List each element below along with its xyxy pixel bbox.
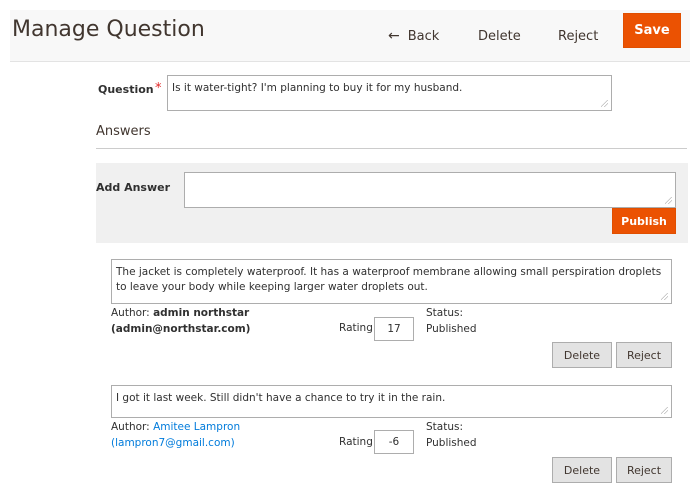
arrow-left-icon: ← [388,28,400,44]
author-prefix: Author: [111,421,150,433]
publish-button[interactable]: Publish [612,208,676,234]
resize-handle-icon[interactable] [661,407,668,414]
author-email: (admin@northstar.com) [111,322,251,335]
answer-status: Status: Published [426,306,477,338]
answers-heading: Answers [96,124,151,139]
author-email-link[interactable]: (lampron7@gmail.com) [111,437,235,449]
question-label: Question [98,83,154,96]
answer-status: Status: Published [426,420,477,452]
save-button[interactable]: Save [623,13,681,48]
back-button-label: Back [407,28,440,44]
page-title: Manage Question [12,17,205,42]
status-label: Status: [426,307,463,319]
answer-author: Author: Amitee Lampron (lampron7@gmail.c… [111,420,240,452]
status-value: Published [426,322,477,335]
rating-label: Rating [339,436,373,448]
back-button[interactable]: ← Back [388,20,439,52]
answer-text-input[interactable]: The jacket is completely waterproof. It … [111,259,672,304]
resize-handle-icon[interactable] [661,293,668,300]
answer-author: Author: admin northstar (admin@northstar… [111,306,250,338]
rating-input[interactable] [374,317,414,341]
required-mark: * [155,81,162,96]
answer-text-input[interactable]: I got it last week. Still didn't have a … [111,385,672,418]
reject-button[interactable]: Reject [558,20,598,52]
answer-delete-button[interactable]: Delete [552,342,612,368]
answer-reject-button[interactable]: Reject [616,342,672,368]
rating-label: Rating [339,322,373,334]
author-prefix: Author: [111,307,150,319]
answer-delete-button[interactable]: Delete [552,457,612,483]
question-input[interactable]: Is it water-tight? I'm planning to buy i… [167,75,612,111]
delete-button[interactable]: Delete [478,20,521,52]
page-header: Manage Question ← Back Delete Reject Sav… [10,10,690,62]
status-value: Published [426,436,477,449]
status-label: Status: [426,421,463,433]
answer-reject-button[interactable]: Reject [616,457,672,483]
rating-input[interactable] [374,430,414,454]
resize-handle-icon[interactable] [601,100,608,107]
add-answer-label: Add Answer [96,181,171,194]
resize-handle-icon[interactable] [665,197,672,204]
add-answer-input[interactable] [184,172,676,208]
author-name-link[interactable]: Amitee Lampron [153,421,240,433]
author-name: admin northstar [153,307,250,319]
section-divider [96,148,687,149]
